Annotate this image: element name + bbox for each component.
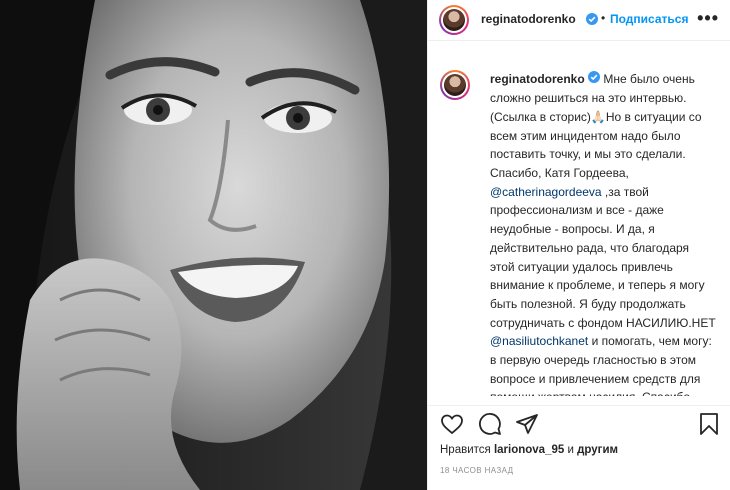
more-options-icon[interactable]: ••• (697, 8, 719, 29)
header-username[interactable]: reginatodorenko (481, 12, 576, 26)
caption-part-1: Мне было очень сложно решиться на это ин… (490, 72, 702, 180)
avatar[interactable] (439, 5, 469, 35)
caption-text: reginatodorenko Мне было очень сложно ре… (490, 70, 716, 396)
post-sidebar: reginatodorenko • Подписаться ••• regina… (427, 0, 730, 490)
bookmark-icon[interactable] (698, 412, 720, 441)
caption: reginatodorenko Мне было очень сложно ре… (440, 66, 720, 396)
likes-middle: и (564, 444, 578, 456)
liked-by-others[interactable]: другим (577, 444, 618, 456)
post-photo[interactable] (0, 0, 427, 490)
comment-icon[interactable] (478, 412, 502, 441)
post-header: reginatodorenko • Подписаться ••• (428, 0, 730, 41)
likes-line: Нравится larionova_95 и другим (440, 444, 618, 456)
post-timestamp[interactable]: 18 ЧАСОВ НАЗАД (440, 466, 513, 475)
verified-icon (588, 70, 601, 89)
mention-link[interactable]: @catherinagordeeva (490, 185, 602, 199)
instagram-post: reginatodorenko • Подписаться ••• regina… (0, 0, 730, 490)
heart-icon[interactable] (440, 412, 464, 441)
verified-icon (586, 12, 598, 30)
share-icon[interactable] (515, 412, 539, 441)
caption-avatar[interactable] (440, 70, 470, 100)
mention-link[interactable]: @nasiliutochkanet (490, 334, 588, 348)
caption-part-2: ,за твой профессионализм и все - даже не… (490, 184, 716, 330)
likes-prefix: Нравится (440, 444, 494, 456)
header-separator: • (601, 11, 606, 25)
action-bar (428, 405, 730, 442)
follow-button[interactable]: Подписаться (610, 12, 688, 26)
portrait-image (0, 0, 427, 490)
liked-by-user[interactable]: larionova_95 (494, 444, 564, 456)
caption-username[interactable]: reginatodorenko (490, 72, 585, 86)
